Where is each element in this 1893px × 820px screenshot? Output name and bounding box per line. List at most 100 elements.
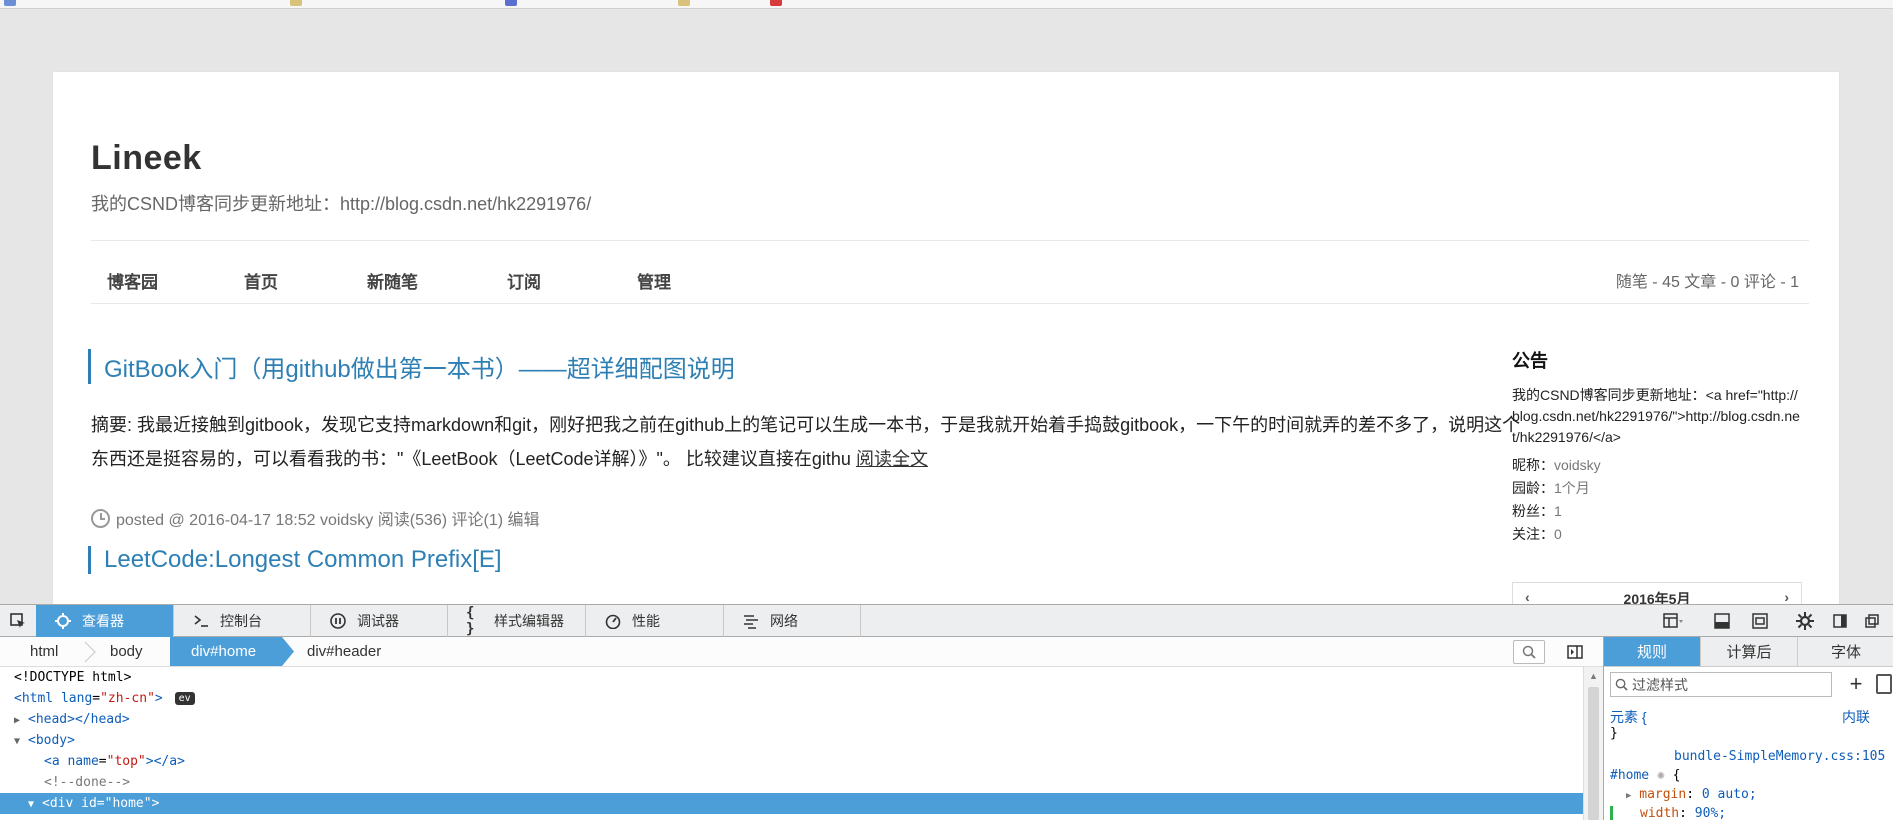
bookmarks-strip — [0, 0, 1893, 9]
split-console-icon[interactable] — [1712, 611, 1732, 631]
bookmark-icon[interactable] — [678, 0, 690, 6]
nav-item-new-post[interactable]: 新随笔 — [367, 268, 418, 293]
markup-search-button[interactable] — [1513, 640, 1545, 664]
attr-value: "top" — [106, 754, 146, 769]
profile-label: 园龄： — [1512, 480, 1554, 496]
nav-item-home[interactable]: 首页 — [244, 268, 278, 293]
tab-rules[interactable]: 规则 — [1604, 637, 1701, 666]
profile-value[interactable]: 0 — [1554, 526, 1562, 542]
tab-label: 网络 — [770, 613, 798, 629]
collapse-twisty-icon[interactable]: ▼ — [28, 794, 42, 815]
devtools-toolbar: 查看器 控制台 调试器 { } 样式编辑器 性能 网络 — [0, 604, 1893, 637]
tab-inspector[interactable]: 查看器 — [36, 605, 174, 637]
tab-label: 调试器 — [357, 613, 399, 629]
bookmark-icon[interactable] — [4, 0, 16, 6]
home-rule-header[interactable]: #home ✺ { — [1610, 768, 1680, 783]
search-icon — [1615, 678, 1628, 691]
settings-gear-icon[interactable] — [1795, 611, 1815, 631]
post-title[interactable]: LeetCode:Longest Common Prefix[E] — [88, 546, 502, 574]
breadcrumb-item[interactable]: html — [30, 637, 58, 666]
style-filter[interactable] — [1610, 672, 1832, 697]
bookmark-icon[interactable] — [290, 0, 302, 6]
tag-name: <a — [44, 754, 60, 769]
notice-text: 我的CSND博客同步更新地址：<a href="http://blog.csdn… — [1512, 387, 1800, 445]
scroll-up-icon[interactable]: ▲ — [1589, 671, 1598, 681]
rule-selector[interactable]: #home — [1610, 768, 1649, 783]
tag-name: <div — [42, 796, 74, 811]
read-more-link[interactable]: 阅读全文 — [856, 449, 928, 469]
css-property[interactable]: width — [1640, 806, 1679, 820]
markup-line-selected[interactable]: ▼ <div id="home"> — [0, 793, 1583, 814]
highlight-selector-icon[interactable]: ✺ — [1657, 768, 1665, 783]
post-summary-text: 摘要: 我最近接触到gitbook，发现它支持markdown和git，刚好把我… — [91, 415, 1521, 469]
markup-line[interactable]: ▶ <head></head> — [0, 709, 1583, 730]
event-badge[interactable]: ev — [174, 692, 195, 705]
profile-nickname: 昵称：voidsky — [1512, 454, 1802, 477]
bookmark-icon[interactable] — [505, 0, 517, 6]
tab-computed[interactable]: 计算后 — [1701, 637, 1798, 666]
bookmark-icon[interactable] — [770, 0, 782, 6]
responsive-design-icon[interactable] — [1750, 611, 1770, 631]
tab-debugger[interactable]: 调试器 — [311, 605, 448, 637]
filter-styles-input[interactable] — [1632, 676, 1822, 693]
nav-item-manage[interactable]: 管理 — [637, 268, 671, 293]
element-rule-selector[interactable]: 元素 { — [1610, 707, 1647, 727]
inline-source-link[interactable]: 内联 — [1842, 707, 1870, 727]
tab-style-editor[interactable]: { } 样式编辑器 — [448, 605, 586, 637]
nav-item-subscribe[interactable]: 订阅 — [507, 268, 541, 293]
calendar-next-button[interactable]: › — [1784, 589, 1789, 605]
stylesheet-source-link[interactable]: bundle-SimpleMemory.css:105 — [1674, 749, 1885, 764]
copy-icon[interactable] — [1876, 674, 1892, 694]
css-value[interactable]: 90%; — [1695, 806, 1726, 820]
breadcrumb-item[interactable]: div#header — [307, 637, 381, 666]
markup-view: <!DOCTYPE html> <html lang="zh-cn"> ev ▶… — [0, 667, 1583, 820]
profile-value[interactable]: 1 — [1554, 503, 1562, 519]
tab-fonts[interactable]: 字体 — [1798, 637, 1893, 666]
debugger-icon — [329, 612, 347, 630]
tab-console[interactable]: 控制台 — [174, 605, 311, 637]
markup-line[interactable]: <!--done--> — [0, 772, 1583, 793]
post-meta: posted @ 2016-04-17 18:52 voidsky 阅读(536… — [91, 506, 540, 530]
markup-line[interactable]: <!DOCTYPE html> — [0, 667, 1583, 688]
margin-declaration[interactable]: ▶ margin: 0 auto; — [1626, 787, 1757, 802]
blog-title[interactable]: Lineek — [91, 139, 202, 178]
toggle-sidebar-button[interactable] — [1565, 642, 1585, 662]
search-icon — [1522, 645, 1536, 659]
profile-followers: 粉丝：1 — [1512, 500, 1802, 523]
tab-network[interactable]: 网络 — [724, 605, 861, 637]
css-property[interactable]: margin — [1639, 787, 1686, 802]
breadcrumb-item[interactable]: body — [110, 637, 143, 666]
post-title[interactable]: GitBook入门（用github做出第一本书）——超详细配图说明 — [88, 349, 735, 384]
attr-name: lang — [60, 691, 93, 706]
style-editor-icon: { } — [466, 605, 475, 637]
attr-value: "home" — [104, 796, 152, 811]
markup-scrollbar[interactable]: ▲ — [1583, 667, 1603, 820]
markup-line[interactable]: ▼ <body> — [0, 730, 1583, 751]
element-picker-button[interactable] — [0, 605, 36, 637]
performance-icon — [604, 612, 622, 630]
tab-performance[interactable]: 性能 — [586, 605, 724, 637]
collapse-twisty-icon[interactable]: ▼ — [14, 731, 28, 752]
console-icon — [192, 612, 210, 630]
blog-page: Lineek 我的CSND博客同步更新地址：http://blog.csdn.n… — [53, 72, 1839, 612]
profile-value[interactable]: voidsky — [1554, 457, 1601, 473]
dock-side-icon[interactable] — [1830, 611, 1850, 631]
profile-value[interactable]: 1个月 — [1554, 480, 1590, 496]
post-summary: 摘要: 我最近接触到gitbook，发现它支持markdown和git，刚好把我… — [91, 408, 1521, 476]
comment-node: <!--done--> — [44, 775, 131, 790]
markup-line[interactable]: <a name="top"></a> — [0, 751, 1583, 772]
scrollbar-thumb[interactable] — [1588, 687, 1599, 820]
markup-line[interactable]: <html lang="zh-cn"> ev — [0, 688, 1583, 709]
separate-window-icon[interactable] — [1862, 611, 1882, 631]
breadcrumb-item-active[interactable]: div#home — [170, 637, 282, 666]
add-rule-button[interactable]: + — [1844, 671, 1868, 696]
sidebar-tabs: 规则 计算后 字体 — [1604, 637, 1893, 667]
tab-label: 控制台 — [220, 613, 262, 629]
expand-twisty-icon[interactable]: ▶ — [14, 710, 28, 731]
inspector-icon — [54, 612, 72, 630]
frame-select-icon[interactable] — [1663, 611, 1683, 631]
width-declaration[interactable]: width: 90%; — [1610, 806, 1726, 820]
expand-twisty-icon[interactable]: ▶ — [1626, 791, 1631, 801]
css-value[interactable]: 0 auto; — [1702, 787, 1757, 802]
nav-item-cnblogs[interactable]: 博客园 — [107, 268, 158, 293]
